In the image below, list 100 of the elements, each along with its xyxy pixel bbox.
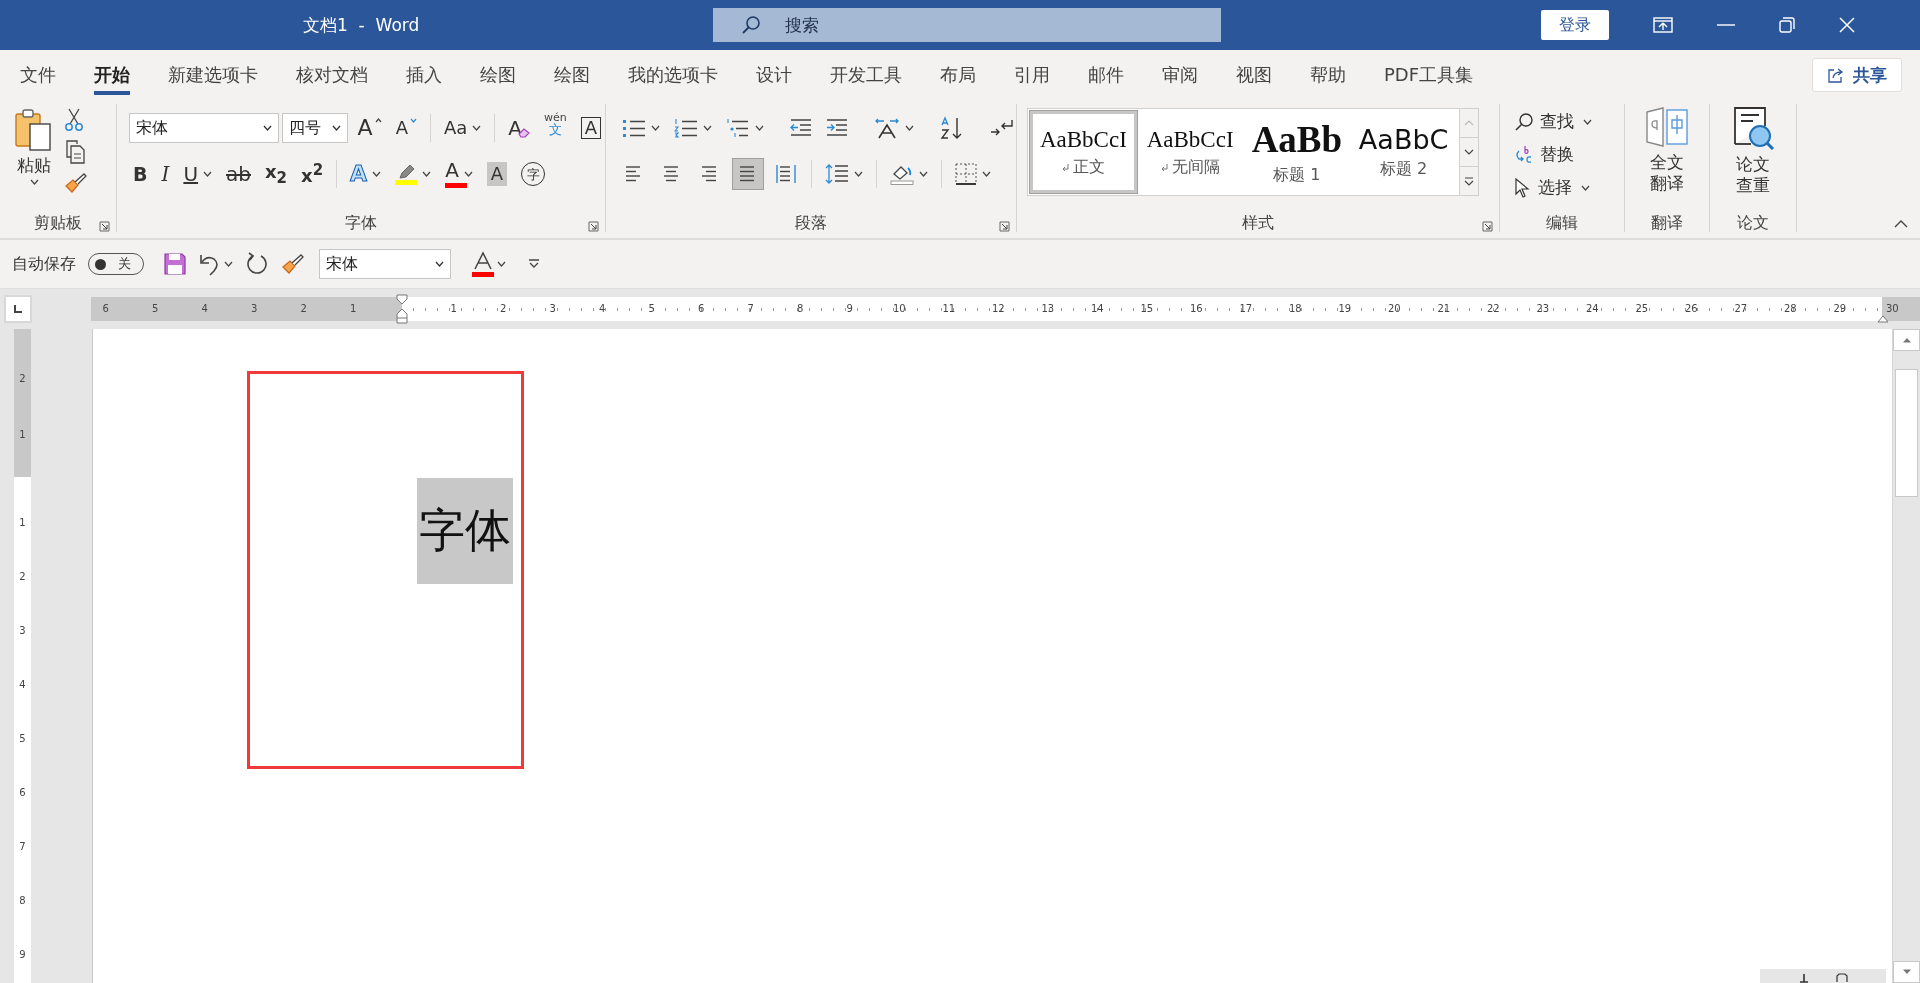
text-direction-icon	[874, 117, 900, 139]
ruler-number: 4	[200, 302, 209, 316]
style-item[interactable]: AaBbCcI 无间隔	[1136, 111, 1244, 193]
dialog-launcher-icon[interactable]	[999, 221, 1010, 232]
underline-button[interactable]: U	[179, 158, 217, 190]
ruler-number: 22	[1485, 302, 1501, 316]
bulleted-list-icon	[622, 118, 646, 138]
share-button[interactable]: 共享	[1812, 58, 1902, 92]
redo-icon[interactable]	[245, 252, 269, 276]
change-case-button[interactable]: Aa	[439, 112, 486, 144]
search-field[interactable]: 搜索	[713, 8, 1221, 42]
ribbon-tab[interactable]: 布局	[940, 55, 976, 95]
tab-selector-button[interactable]	[4, 295, 32, 323]
style-item[interactable]: AaBbCcI 正文	[1030, 111, 1137, 193]
ribbon-tab[interactable]: 审阅	[1162, 55, 1198, 95]
ruler-number: 3	[548, 302, 557, 316]
italic-button[interactable]: I	[157, 158, 174, 190]
ruler-number: 2	[19, 570, 26, 584]
ruler-number: 15	[1139, 302, 1155, 316]
translate-button[interactable]: 全文翻译	[1645, 106, 1689, 208]
login-button[interactable]: 登录	[1541, 10, 1609, 40]
ribbon-tab[interactable]: 设计	[756, 55, 792, 95]
borders-icon	[955, 163, 977, 185]
justify-button[interactable]	[732, 158, 764, 190]
grow-font-button[interactable]: A	[353, 112, 386, 144]
paper-check-button[interactable]: 论文查重	[1731, 106, 1775, 208]
style-item[interactable]: AaBb 标题 1	[1243, 111, 1351, 193]
up-caret-icon	[374, 118, 382, 123]
ruler-number: 11	[941, 302, 957, 316]
ruler-number: 2	[19, 372, 26, 386]
ruler-number: 20	[1386, 302, 1402, 316]
font-name-field[interactable]: 宋体	[319, 249, 451, 279]
ruler-number: 6	[19, 786, 26, 800]
style-item[interactable]: AaBbC 标题 2	[1350, 111, 1457, 193]
font-name-field[interactable]: 宋体	[129, 113, 280, 143]
vertical-scrollbar[interactable]	[1892, 329, 1920, 983]
font-color-button[interactable]: A	[441, 158, 477, 190]
find-button[interactable]: 查找	[1514, 106, 1624, 137]
ruler-number: 3	[19, 624, 26, 638]
ruler-number: 2	[299, 302, 308, 316]
dialog-launcher-icon[interactable]	[588, 221, 599, 232]
character-border-button[interactable]: A	[576, 112, 605, 144]
select-button[interactable]: 选择	[1514, 172, 1624, 203]
ruler-number: 5	[151, 302, 160, 316]
collapse-ribbon-icon[interactable]	[1894, 220, 1908, 228]
view-icon[interactable]	[1797, 973, 1811, 983]
ribbon-tab[interactable]: 我的选项卡	[628, 55, 718, 95]
cursor-icon	[1514, 177, 1532, 198]
indent-marker-icon[interactable]	[1877, 315, 1889, 323]
ribbon-tab[interactable]: 文件	[20, 55, 56, 95]
ribbon-tab[interactable]: 开始	[94, 55, 130, 95]
scrollbar-thumb[interactable]	[1895, 369, 1918, 497]
ribbon-tab[interactable]: 新建选项卡	[168, 55, 258, 95]
font-size-field[interactable]: 四号	[282, 113, 348, 143]
restore-icon[interactable]	[1779, 17, 1795, 33]
ribbon-tab[interactable]: 视图	[1236, 55, 1272, 95]
scissors-icon[interactable]	[64, 108, 84, 132]
dialog-launcher-icon[interactable]	[1482, 221, 1493, 232]
ribbon-tab[interactable]: 开发工具	[830, 55, 902, 95]
shrink-font-button[interactable]: A	[391, 112, 421, 144]
ribbon-tab[interactable]: 绘图	[480, 55, 516, 95]
subscript-button[interactable]: x$_{2}$	[261, 158, 292, 190]
ribbon-display-icon[interactable]	[1653, 17, 1673, 33]
multilevel-list-icon	[726, 118, 750, 138]
close-icon[interactable]	[1839, 17, 1855, 33]
caret-icon[interactable]	[224, 261, 233, 267]
view-icon[interactable]	[1835, 973, 1849, 983]
highlighter-icon	[397, 163, 416, 180]
ruler-number: 1	[19, 428, 26, 442]
ribbon-tab[interactable]: 引用	[1014, 55, 1050, 95]
caret-icon[interactable]	[497, 261, 506, 267]
format-painter-icon[interactable]	[281, 253, 305, 275]
dialog-launcher-icon[interactable]	[99, 221, 110, 232]
font-color-icon[interactable]	[471, 251, 495, 277]
replace-icon	[1514, 144, 1534, 165]
text-box[interactable]: 字体	[247, 371, 524, 769]
copy-icon[interactable]	[64, 140, 86, 164]
translate-icon	[1645, 106, 1689, 148]
format-painter-icon[interactable]	[64, 172, 88, 194]
caret-icon	[263, 125, 273, 131]
ribbon-tab[interactable]: 帮助	[1310, 55, 1346, 95]
ruler-number: 7	[19, 840, 26, 854]
ribbon-tab[interactable]: PDF工具集	[1384, 55, 1474, 95]
replace-button[interactable]: 替换	[1514, 139, 1624, 170]
save-icon[interactable]	[164, 253, 186, 275]
group-label: 编辑	[1546, 212, 1578, 234]
indent-marker-icon[interactable]	[396, 294, 408, 324]
bold-button[interactable]: B	[129, 158, 152, 190]
ruler-number: 14	[1089, 302, 1105, 316]
ribbon-tab[interactable]: 邮件	[1088, 55, 1124, 95]
ribbon-tab[interactable]: 绘图	[554, 55, 590, 95]
ribbon-tab[interactable]: 插入	[406, 55, 442, 95]
ribbon-tab[interactable]: 核对文档	[296, 55, 368, 95]
superscript-button[interactable]: x$^{2}$	[297, 158, 328, 190]
strikethrough-button[interactable]: ab	[222, 158, 255, 190]
paste-button[interactable]: 粘贴	[14, 104, 54, 185]
ruler-number: 12	[990, 302, 1006, 316]
customize-toolbar-icon[interactable]	[528, 259, 540, 269]
phonetic-guide-button[interactable]: wén 文	[539, 112, 571, 144]
caret-icon	[1464, 149, 1474, 155]
